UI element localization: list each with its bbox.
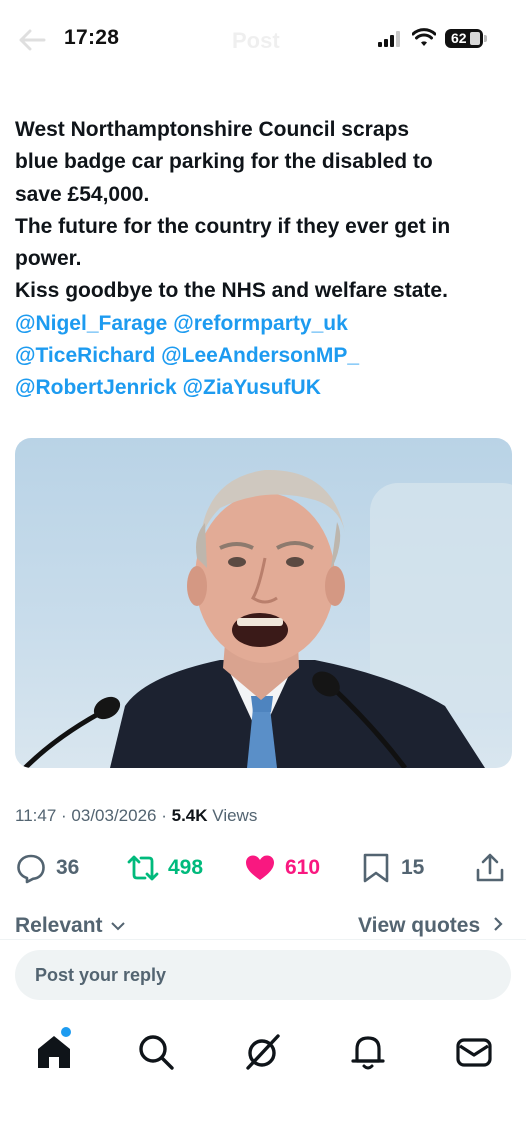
post-date: 03/03/2026 (71, 806, 157, 825)
notifications-icon[interactable] (348, 1032, 388, 1072)
meta-separator: · (61, 806, 72, 825)
wifi-icon (412, 28, 436, 46)
mention-link[interactable]: @reformparty_uk (173, 312, 348, 335)
views-count[interactable]: 5.4K (172, 806, 208, 825)
reply-placeholder: Post your reply (35, 964, 167, 985)
header-title: Post (232, 28, 280, 53)
mention-link[interactable]: @LeeAndersonMP_ (161, 344, 359, 367)
post-text-line: West Northamptonshire Council scraps (15, 118, 410, 141)
view-quotes-label: View quotes (358, 914, 481, 937)
search-icon[interactable] (136, 1032, 176, 1072)
like-button[interactable]: 610 (244, 848, 320, 888)
reply-button[interactable]: 36 (15, 848, 79, 888)
notification-dot (61, 1027, 71, 1037)
mention-link[interactable]: @TiceRichard (15, 344, 155, 367)
bookmark-count: 15 (401, 856, 425, 879)
mention-link[interactable]: @Nigel_Farage (15, 312, 167, 335)
post-meta: 11:47 · 03/03/2026 · 5.4K Views (15, 806, 257, 826)
views-label: Views (212, 806, 258, 825)
grok-icon[interactable] (242, 1032, 282, 1072)
view-quotes-link[interactable]: View quotes (358, 914, 504, 938)
post-text-line: power. (15, 247, 82, 271)
signal-icon (378, 31, 400, 47)
status-bar: 17:28 Post 62 (0, 0, 526, 80)
mention-link[interactable]: @ZiaYusufUK (183, 376, 321, 399)
messages-icon[interactable] (454, 1032, 494, 1072)
battery-level: 62 (451, 30, 467, 46)
post-text: West Northamptonshire Council scraps blu… (15, 114, 515, 405)
reply-count: 36 (56, 856, 80, 879)
reply-input[interactable]: Post your reply (15, 950, 511, 1000)
reply-icon (17, 854, 45, 884)
relevant-label: Relevant (15, 914, 103, 937)
mentions-line: @RobertJenrick @ZiaYusufUK (15, 372, 515, 404)
home-icon[interactable] (34, 1032, 74, 1072)
divider (0, 939, 526, 940)
like-count: 610 (285, 856, 321, 879)
back-arrow-icon[interactable] (18, 28, 46, 52)
mention-link[interactable]: @RobertJenrick (15, 376, 177, 399)
repost-icon (127, 855, 159, 881)
relevant-dropdown[interactable]: Relevant (15, 914, 126, 938)
chevron-right-icon (494, 917, 503, 931)
mentions-line: @TiceRichard @LeeAndersonMP_ (15, 340, 515, 372)
post-text-line: save £54,000. (15, 182, 150, 206)
bookmark-button[interactable]: 15 (360, 848, 424, 888)
action-bar: 36 498 610 15 (0, 848, 526, 892)
post-time: 11:47 (15, 806, 57, 825)
like-icon (246, 855, 274, 880)
repost-count: 498 (168, 856, 204, 879)
bookmark-icon (363, 853, 389, 883)
bottom-nav (0, 1024, 526, 1084)
post-image[interactable] (15, 438, 512, 768)
post-text-line: blue badge car parking for the disabled … (15, 150, 433, 174)
mentions-line: @Nigel_Farage @reformparty_uk (15, 308, 515, 340)
replies-tabs: Relevant View quotes (0, 910, 526, 940)
repost-button[interactable]: 498 (127, 848, 203, 888)
share-button[interactable] (474, 848, 515, 888)
meta-separator: · (161, 806, 172, 825)
share-icon (476, 853, 504, 882)
post-text-line: Kiss goodbye to the NHS and welfare stat… (15, 279, 448, 303)
status-time: 17:28 (64, 26, 120, 49)
post-text-line: The future for the country if they ever … (15, 214, 451, 238)
battery-icon: 62 (445, 29, 487, 48)
post-photo (23, 469, 512, 768)
chevron-down-icon (111, 922, 126, 931)
